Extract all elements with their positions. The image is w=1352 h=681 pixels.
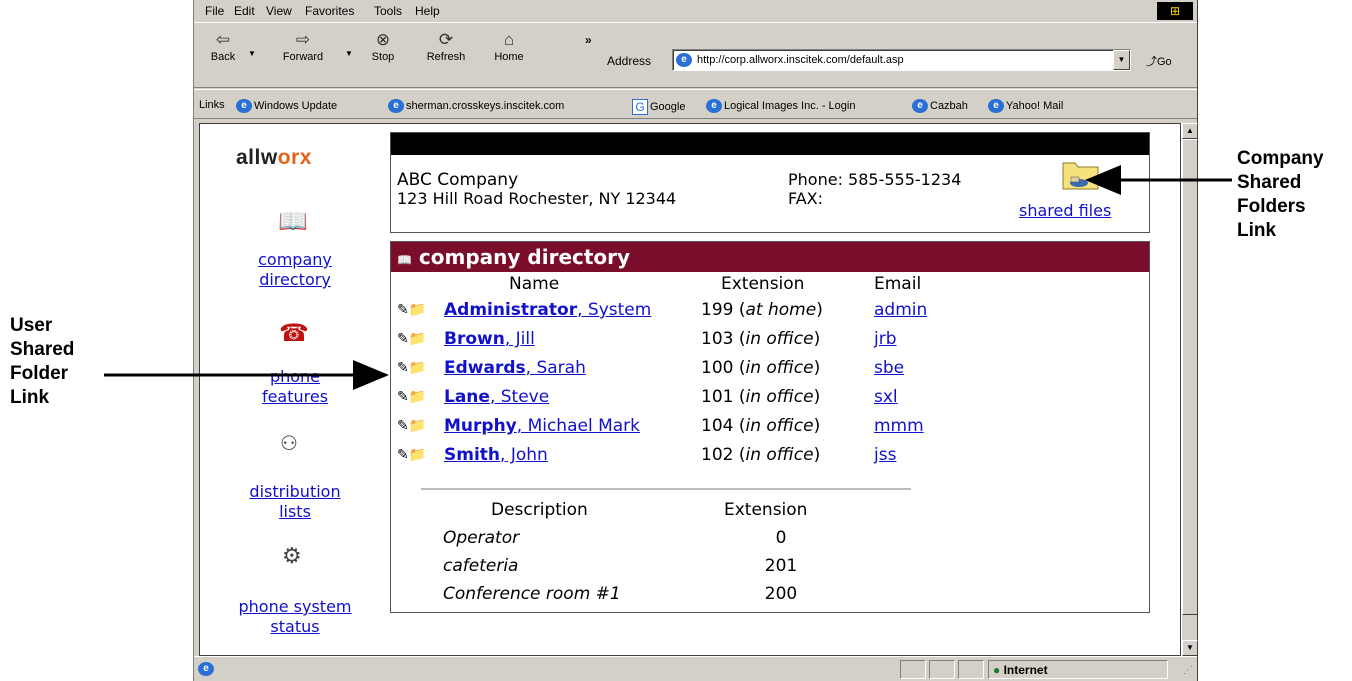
annotation-arrows (104, 165, 1232, 390)
